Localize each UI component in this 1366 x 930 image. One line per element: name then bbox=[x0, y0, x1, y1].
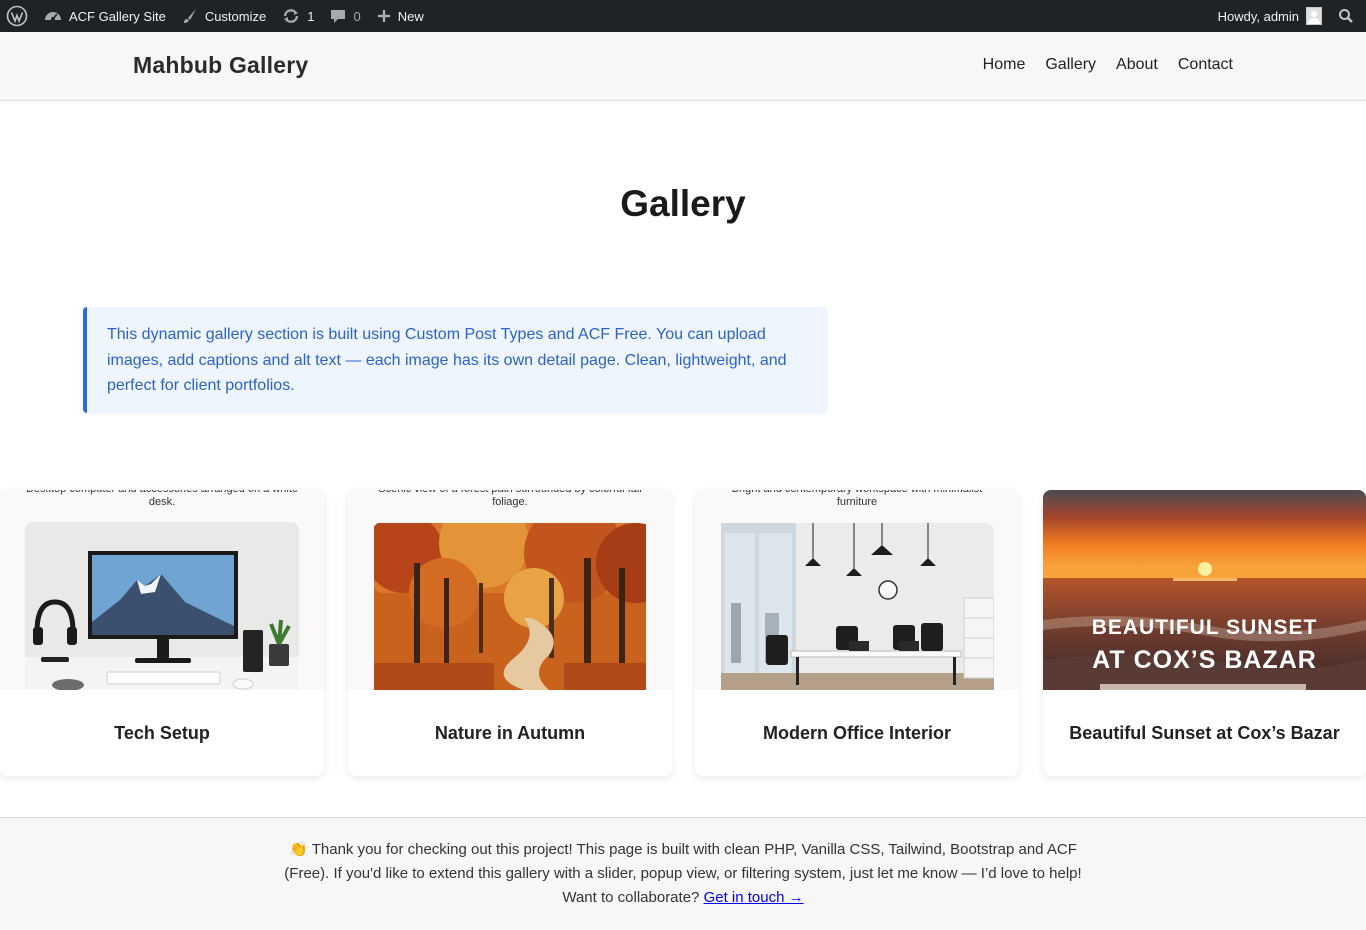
card-caption: Desktop computer and accessories arrange… bbox=[26, 490, 298, 508]
gallery-card-sunset[interactable]: BEAUTIFUL SUNSET AT COX’S BAZAR Beautifu… bbox=[1043, 490, 1366, 776]
footer-message: 👏 Thank you for checking out this projec… bbox=[273, 838, 1093, 886]
new-content-menu[interactable]: New bbox=[369, 0, 432, 32]
intro-notice: This dynamic gallery section is built us… bbox=[83, 307, 827, 413]
howdy-label: Howdy, admin bbox=[1217, 8, 1299, 24]
card-caption: Bright and contemporary workspace with m… bbox=[732, 490, 983, 508]
site-name-menu[interactable]: ACF Gallery Site bbox=[36, 0, 174, 32]
nav-contact[interactable]: Contact bbox=[1178, 56, 1233, 74]
card-image-tech-setup[interactable]: Desktop computer and accessories arrange… bbox=[0, 490, 324, 690]
autumn-forest-image bbox=[374, 523, 646, 690]
tech-setup-image bbox=[25, 522, 299, 690]
clap-icon: 👏 bbox=[289, 841, 308, 858]
site-name-label: ACF Gallery Site bbox=[69, 8, 166, 24]
dashboard-icon bbox=[44, 8, 62, 24]
search-icon bbox=[1338, 8, 1354, 24]
card-title[interactable]: Tech Setup bbox=[0, 723, 324, 744]
nav-about[interactable]: About bbox=[1116, 56, 1158, 74]
card-image-nature-autumn[interactable]: Scenic view of a forest path surrounded … bbox=[348, 490, 672, 690]
customize-menu[interactable]: Customize bbox=[174, 0, 274, 32]
customize-label: Customize bbox=[204, 8, 267, 24]
updates-count: 1 bbox=[307, 8, 315, 24]
comments-menu[interactable]: 0 bbox=[322, 0, 368, 32]
gallery-card-tech-setup[interactable]: Desktop computer and accessories arrange… bbox=[0, 490, 324, 776]
card-title[interactable]: Nature in Autumn bbox=[348, 723, 672, 744]
new-label: New bbox=[397, 8, 424, 24]
nav-home[interactable]: Home bbox=[983, 56, 1026, 74]
card-title[interactable]: Modern Office Interior bbox=[695, 723, 1019, 744]
card-caption: Scenic view of a forest path surrounded … bbox=[378, 490, 642, 508]
search-menu[interactable] bbox=[1330, 0, 1366, 32]
gallery-card-modern-office[interactable]: Bright and contemporary workspace with m… bbox=[695, 490, 1019, 776]
wordpress-logo-icon[interactable] bbox=[0, 0, 36, 32]
site-header: Mahbub Gallery Home Gallery About Contac… bbox=[0, 32, 1366, 101]
update-icon bbox=[282, 8, 300, 24]
card-title[interactable]: Beautiful Sunset at Cox’s Bazar bbox=[1043, 723, 1366, 744]
gallery-card-nature-autumn[interactable]: Scenic view of a forest path surrounded … bbox=[348, 490, 672, 776]
comments-count: 0 bbox=[353, 8, 361, 24]
card-image-sunset[interactable]: BEAUTIFUL SUNSET AT COX’S BAZAR bbox=[1043, 490, 1366, 690]
nav-gallery[interactable]: Gallery bbox=[1045, 56, 1096, 74]
office-interior-image bbox=[721, 523, 994, 690]
site-brand[interactable]: Mahbub Gallery bbox=[133, 52, 308, 79]
sunset-overlay-line2: AT COX’S BAZAR bbox=[1092, 646, 1317, 674]
get-in-touch-link[interactable]: Get in touch → bbox=[704, 889, 804, 906]
page-title: Gallery bbox=[620, 183, 746, 224]
cta-prefix: Want to collaborate? bbox=[562, 889, 700, 906]
sunset-overlay-line1: BEAUTIFUL SUNSET bbox=[1091, 616, 1318, 639]
my-account-menu[interactable]: Howdy, admin bbox=[1210, 0, 1330, 32]
footer-text: Thank you for checking out this project!… bbox=[284, 841, 1082, 882]
site-footer: 👏 Thank you for checking out this projec… bbox=[0, 817, 1366, 930]
brush-icon bbox=[182, 8, 198, 24]
wp-admin-bar: ACF Gallery Site Customize 1 0 New Howdy… bbox=[0, 0, 1366, 32]
main-nav: Home Gallery About Contact bbox=[983, 56, 1233, 74]
avatar bbox=[1306, 7, 1322, 25]
card-image-modern-office[interactable]: Bright and contemporary workspace with m… bbox=[695, 490, 1019, 690]
comment-icon bbox=[330, 8, 346, 24]
updates-menu[interactable]: 1 bbox=[274, 0, 322, 32]
footer-cta: Want to collaborate? Get in touch → bbox=[273, 886, 1093, 910]
plus-icon bbox=[377, 9, 391, 23]
